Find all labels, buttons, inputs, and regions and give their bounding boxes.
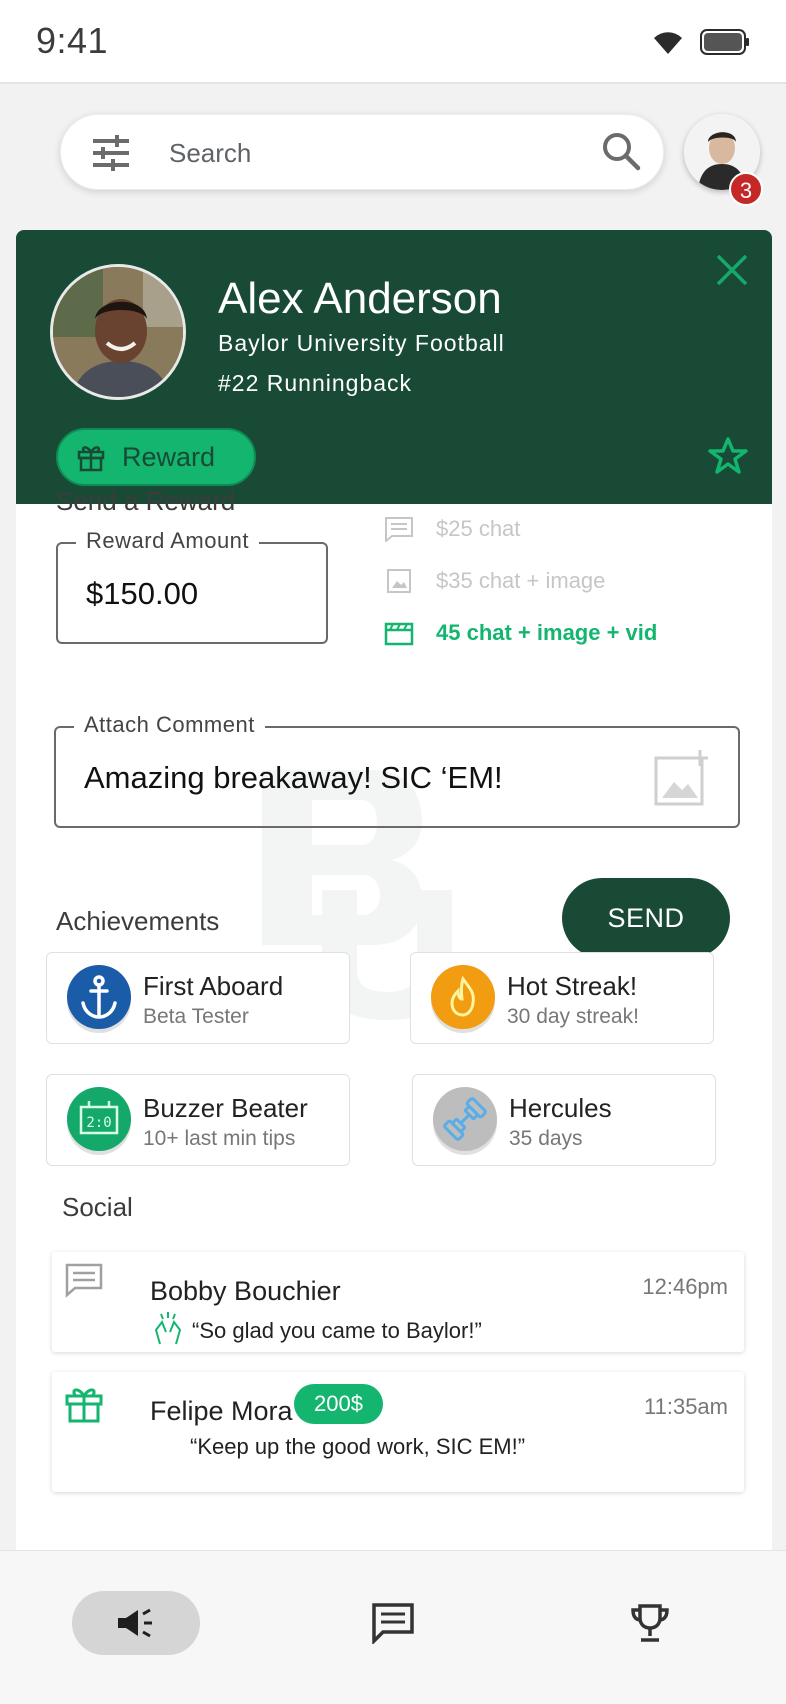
achievement-subtitle: Beta Tester (143, 1005, 249, 1028)
battery-icon (700, 29, 749, 55)
athlete-card: Alex Anderson Baylor University Football… (16, 230, 772, 1550)
social-name: Felipe Mora (150, 1396, 293, 1426)
comment-field[interactable]: Attach Comment Amazing breakaway! SIC ‘E… (54, 712, 740, 828)
athlete-name: Alex Anderson (218, 274, 502, 323)
image-icon (387, 569, 411, 593)
tier-chat-image-label: $35 chat + image (436, 568, 606, 593)
achievements-title: Achievements (56, 906, 220, 936)
social-item-bobby[interactable]: Bobby Bouchier 12:46pm “So glad you came… (52, 1252, 744, 1352)
clapping-hands-icon (154, 1312, 182, 1345)
social-message: “So glad you came to Baylor!” (192, 1318, 482, 1343)
megaphone-icon (118, 1608, 152, 1638)
reward-amount-value[interactable]: $150.00 (86, 576, 198, 612)
achievement-title: Hot Streak! (507, 971, 638, 1001)
bottom-navigation (0, 1550, 786, 1704)
flame-icon (431, 965, 495, 1029)
athlete-photo (50, 264, 186, 400)
comment-label: Attach Comment (74, 712, 265, 738)
tier-chat-image-video[interactable]: 45 chat + image + vid (384, 620, 657, 646)
star-icon[interactable] (708, 436, 748, 476)
reward-button[interactable]: Reward (56, 428, 256, 486)
video-icon (384, 622, 414, 646)
anchor-icon (67, 965, 131, 1029)
achievement-title: First Aboard (143, 971, 284, 1001)
nav-feed[interactable] (72, 1591, 200, 1655)
svg-text:2:0: 2:0 (86, 1115, 111, 1131)
achievement-subtitle: 10+ last min tips (143, 1127, 296, 1150)
chat-icon (65, 1263, 103, 1298)
close-icon[interactable] (710, 248, 754, 292)
social-title: Social (62, 1192, 133, 1222)
status-bar: 9:41 (0, 0, 786, 84)
search-bar[interactable] (60, 114, 664, 190)
trophy-icon (631, 1604, 669, 1642)
add-image-icon[interactable] (652, 748, 712, 808)
gift-icon (65, 1388, 103, 1423)
social-name: Bobby Bouchier (150, 1276, 341, 1306)
tier-chat-image-video-label: 45 chat + image + vid (436, 620, 658, 645)
achievement-hercules[interactable]: Hercules 35 days (412, 1074, 716, 1166)
gift-icon (77, 446, 105, 472)
notification-badge[interactable]: 3 (729, 172, 763, 206)
reward-button-label: Reward (122, 441, 216, 472)
social-time: 12:46pm (642, 1274, 728, 1299)
search-input[interactable] (169, 135, 549, 171)
tier-chat-image[interactable]: $35 chat + image (384, 568, 605, 594)
chat-icon (372, 1603, 414, 1644)
athlete-header: Alex Anderson Baylor University Football… (16, 230, 772, 504)
amount-badge: 200$ (294, 1384, 383, 1424)
tier-chat-label: $25 chat (436, 516, 521, 541)
achievement-hot-streak[interactable]: Hot Streak! 30 day streak! (410, 952, 714, 1044)
achievement-subtitle: 30 day streak! (507, 1005, 639, 1028)
reward-amount-label: Reward Amount (76, 528, 260, 554)
social-message: “Keep up the good work, SIC EM!” (190, 1434, 526, 1459)
athlete-position: #22 Runningback (218, 370, 413, 396)
achievement-first-aboard[interactable]: First Aboard Beta Tester (46, 952, 350, 1044)
achievement-title: Buzzer Beater (143, 1093, 308, 1123)
achievement-subtitle: 35 days (509, 1127, 583, 1150)
dumbbell-icon (433, 1087, 497, 1151)
filter-sliders-icon[interactable] (91, 133, 131, 173)
achievement-title: Hercules (509, 1093, 612, 1123)
search-icon[interactable] (601, 131, 641, 171)
send-reward-title: Send a Reward (56, 486, 236, 516)
wifi-icon (654, 32, 682, 54)
reward-amount-field[interactable]: Reward Amount $150.00 (56, 528, 328, 644)
status-time: 9:41 (36, 20, 109, 61)
nav-achievements[interactable] (586, 1591, 714, 1655)
scoreboard-icon: 2:0 (67, 1087, 131, 1151)
status-icons (650, 28, 750, 56)
tier-chat[interactable]: $25 chat (384, 516, 520, 542)
social-time: 11:35am (644, 1394, 728, 1419)
chat-icon (385, 517, 413, 542)
athlete-team: Baylor University Football (218, 330, 505, 356)
comment-value[interactable]: Amazing breakaway! SIC ‘EM! (84, 760, 503, 796)
achievement-buzzer-beater[interactable]: 2:0 Buzzer Beater 10+ last min tips (46, 1074, 350, 1166)
social-item-felipe[interactable]: Felipe Mora 200$ 11:35am “Keep up the go… (52, 1372, 744, 1492)
send-button[interactable]: SEND (562, 878, 730, 958)
nav-messages[interactable] (329, 1591, 457, 1655)
